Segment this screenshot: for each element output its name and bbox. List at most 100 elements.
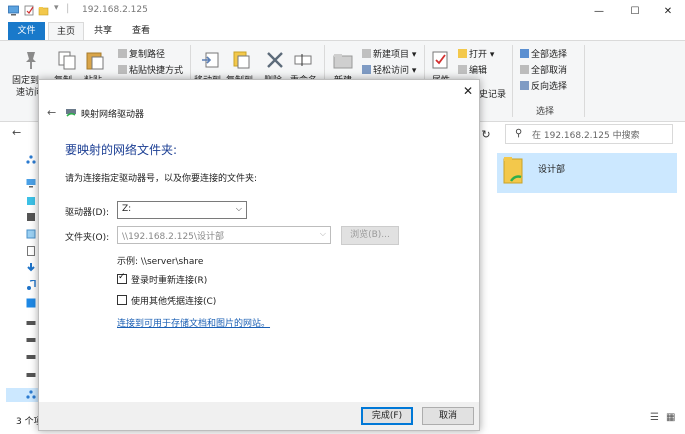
new-folder-quick-icon[interactable]: [38, 5, 49, 16]
close-button[interactable]: ✕: [651, 0, 685, 22]
network-icon: [26, 390, 36, 399]
drive-value: Z:: [122, 204, 132, 214]
title-separator: |: [66, 3, 70, 14]
reconnect-label: 登录时重新连接(R): [131, 276, 208, 286]
tiles-view-icon[interactable]: ▦: [666, 412, 675, 423]
invert-select-icon: [520, 81, 529, 90]
dialog-description: 请为连接指定驱动器号，以及你要连接的文件夹:: [65, 174, 258, 184]
paste-shortcut-label: 粘贴快捷方式: [129, 66, 184, 76]
drive-icon[interactable]: [26, 352, 36, 362]
open-item[interactable]: 打开 ▾: [458, 47, 494, 60]
drive-label: 驱动器(D):: [65, 208, 109, 218]
easy-access-item[interactable]: 轻松访问 ▾: [362, 63, 416, 76]
videos-icon[interactable]: [26, 212, 36, 222]
new-item-item[interactable]: 新建项目 ▾: [362, 47, 416, 60]
sidebar-item-network-selected[interactable]: [6, 388, 38, 402]
invert-select-item[interactable]: 反向选择: [520, 79, 567, 92]
rename-icon[interactable]: [292, 49, 314, 71]
copy-path-label: 复制路径: [129, 50, 166, 60]
maximize-button[interactable]: ☐: [618, 0, 652, 22]
select-all-label: 全部选择: [531, 50, 568, 60]
minimize-button[interactable]: —: [582, 0, 616, 22]
browse-button[interactable]: 浏览(B)...: [341, 226, 399, 245]
delete-icon[interactable]: [264, 49, 286, 71]
back-arrow-icon[interactable]: ←: [12, 126, 21, 139]
drive-select[interactable]: Z: ⌵: [117, 201, 247, 219]
properties-quick-icon[interactable]: [24, 5, 35, 16]
folder-name: 设计部: [538, 165, 566, 175]
copy-path-icon: [118, 49, 127, 58]
edit-icon: [458, 65, 467, 74]
tab-file[interactable]: 文件: [8, 22, 45, 40]
finish-button[interactable]: 完成(F): [361, 407, 413, 425]
this-pc-icon[interactable]: [26, 178, 36, 188]
documents-icon[interactable]: [26, 246, 36, 256]
easy-access-icon: [362, 65, 371, 74]
easy-access-label: 轻松访问: [373, 66, 410, 76]
drive-icon[interactable]: [26, 318, 36, 328]
ribbon-separator: [584, 45, 585, 117]
pin-icon[interactable]: [20, 49, 42, 71]
copy-icon[interactable]: [56, 49, 78, 71]
new-folder-icon[interactable]: [332, 49, 354, 71]
move-to-icon[interactable]: [200, 49, 222, 71]
music-icon[interactable]: [26, 280, 36, 290]
other-credentials-checkbox[interactable]: [117, 295, 127, 305]
storage-website-link[interactable]: 连接到可用于存储文档和图片的网站。: [117, 316, 270, 329]
tab-home[interactable]: 主页: [48, 22, 85, 40]
drive-icon[interactable]: [26, 335, 36, 345]
example-text: 示例: \\server\share: [117, 257, 204, 267]
folder-item-selected[interactable]: [497, 153, 677, 193]
drive-icon[interactable]: [26, 370, 36, 380]
pictures-icon[interactable]: [26, 229, 36, 239]
properties-icon[interactable]: [430, 49, 452, 71]
dialog-back-icon[interactable]: ←: [47, 106, 56, 119]
tab-share[interactable]: 共享: [86, 22, 120, 40]
search-icon: ⚲: [515, 128, 523, 139]
paste-icon[interactable]: [84, 49, 106, 71]
ribbon-tabs: 文件 主页 共享 查看: [0, 22, 685, 40]
select-all-icon: [520, 49, 529, 58]
reconnect-checkbox-row[interactable]: ✓ 登录时重新连接(R): [117, 272, 208, 286]
dialog-title: 映射网络驱动器: [81, 110, 145, 120]
details-view-icon[interactable]: ☰: [650, 412, 659, 423]
network-icon[interactable]: [26, 155, 36, 165]
paste-shortcut-icon: [118, 65, 127, 74]
chevron-down-icon: ⌵: [319, 229, 326, 238]
quick-access-dropdown-icon[interactable]: ▾: [54, 3, 59, 13]
dialog-close-icon[interactable]: ✕: [463, 84, 473, 98]
checkmark-icon: ✓: [118, 272, 126, 282]
downloads-icon[interactable]: [26, 263, 36, 273]
group-select-label: 选择: [536, 107, 555, 117]
paste-shortcut-item[interactable]: 粘贴快捷方式: [118, 63, 183, 76]
folder-path-field[interactable]: \\192.168.2.125\设计部 ⌵: [117, 226, 331, 244]
search-placeholder: 在 192.168.2.125 中搜索: [532, 131, 640, 141]
computer-icon: [8, 5, 19, 16]
open-label: 打开: [469, 50, 488, 60]
edit-label: 编辑: [469, 66, 488, 76]
folder-path-value: \\192.168.2.125\设计部: [122, 232, 224, 242]
edit-item[interactable]: 编辑: [458, 63, 487, 76]
tab-view[interactable]: 查看: [124, 22, 158, 40]
window-title: 192.168.2.125: [82, 5, 148, 15]
dialog-heading: 要映射的网络文件夹:: [65, 143, 178, 157]
select-none-label: 全部取消: [531, 66, 568, 76]
copy-path-item[interactable]: 复制路径: [118, 47, 165, 60]
cancel-button[interactable]: 取消: [422, 407, 474, 425]
folder-label: 文件夹(O):: [65, 233, 110, 243]
reconnect-checkbox[interactable]: ✓: [117, 272, 127, 284]
new-item-icon: [362, 49, 371, 58]
desktop-icon[interactable]: [26, 298, 36, 308]
search-input[interactable]: ⚲ 在 192.168.2.125 中搜索: [505, 124, 673, 144]
other-credentials-checkbox-row[interactable]: 使用其他凭据连接(C): [117, 294, 216, 307]
title-bar: ▾ | 192.168.2.125 — ☐ ✕: [0, 0, 685, 22]
select-none-item[interactable]: 全部取消: [520, 63, 567, 76]
ribbon-separator: [512, 45, 513, 117]
new-item-label: 新建项目: [373, 50, 410, 60]
select-all-item[interactable]: 全部选择: [520, 47, 567, 60]
copy-to-icon[interactable]: [230, 49, 252, 71]
network-drive-icon: [66, 109, 76, 117]
3d-objects-icon[interactable]: [26, 196, 36, 206]
open-icon: [458, 49, 467, 58]
shared-folder-icon: [503, 157, 523, 184]
